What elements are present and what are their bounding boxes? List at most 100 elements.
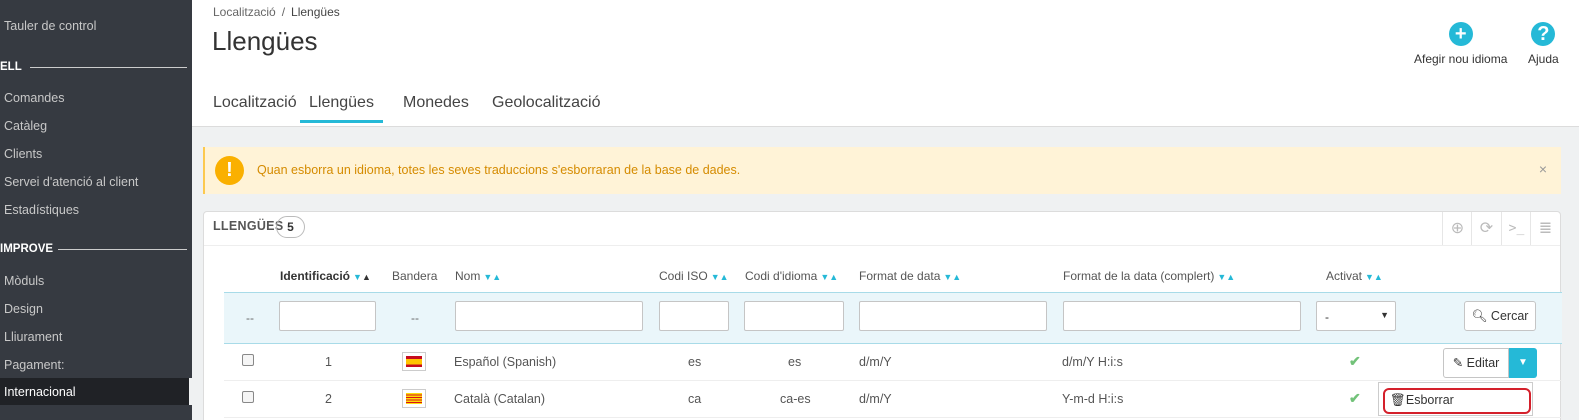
- flag-catalonia-icon: [402, 389, 426, 408]
- sidebar-item-modules[interactable]: Mòduls: [4, 270, 44, 292]
- sidebar-section-sell-label: ELL: [0, 61, 22, 73]
- cell-lang-code: ca-es: [780, 392, 811, 406]
- column-iso-label: Codi ISO: [659, 269, 708, 283]
- filter-iso-input[interactable]: [659, 301, 729, 331]
- panel-title: LLENGÜES: [213, 219, 284, 233]
- filter-active-value: -: [1325, 310, 1329, 324]
- tab-geolocation[interactable]: Geolocalització: [492, 94, 601, 120]
- sort-icon[interactable]: ▼▲: [1365, 272, 1383, 282]
- sidebar-section-improve: IMPROVE: [0, 241, 187, 257]
- sidebar-item-customer-service[interactable]: Servei d'atenció al client: [4, 171, 138, 193]
- search-button[interactable]: 🔍︎ Cercar: [1464, 301, 1536, 331]
- count-badge: 5: [276, 216, 305, 238]
- sidebar-item-shipping[interactable]: Lliurament: [4, 326, 62, 348]
- filter-active-select[interactable]: - ▼: [1316, 301, 1396, 331]
- sort-icon[interactable]: ▼▲: [353, 272, 371, 282]
- plus-circle-icon: +: [1448, 22, 1473, 46]
- warning-message: Quan esborra un idioma, totes les seves …: [257, 163, 741, 177]
- column-header-date-format[interactable]: Format de data ▼▲: [859, 269, 961, 283]
- cell-date-format: d/m/Y: [859, 355, 892, 369]
- table-row: 2 Català (Catalan) ca ca-es d/m/Y Y-m-d …: [224, 381, 1562, 418]
- delete-menu-label: Esborrar: [1405, 393, 1454, 407]
- breadcrumb: Localització / Llengües: [213, 5, 340, 19]
- column-header-name[interactable]: Nom ▼▲: [455, 269, 501, 283]
- languages-panel: LLENGÜES 5 ⊕ ⟳ >_ ≣ Identificació ▼▲ Band…: [203, 211, 1562, 420]
- filter-dash: --: [246, 311, 254, 325]
- column-date-format-full-label: Format de la data (complert): [1063, 269, 1215, 283]
- add-language-label: Afegir nou idioma: [1414, 52, 1508, 66]
- column-id-label: Identificació: [280, 269, 351, 283]
- cell-id: 1: [325, 355, 332, 369]
- sort-icon[interactable]: ▼▲: [943, 272, 961, 282]
- active-check-icon[interactable]: ✔: [1349, 390, 1361, 407]
- add-new-icon[interactable]: ⊕: [1442, 212, 1472, 245]
- search-icon: 🔍︎: [1471, 309, 1488, 323]
- cell-date-format: d/m/Y: [859, 392, 892, 406]
- sidebar-section-sell: ELL: [0, 59, 187, 75]
- sort-icon[interactable]: ▼▲: [711, 272, 729, 282]
- sidebar-divider: [30, 67, 187, 68]
- cell-iso: es: [688, 355, 702, 369]
- sort-icon[interactable]: ▼▲: [820, 272, 838, 282]
- column-date-format-label: Format de data: [859, 269, 941, 283]
- delete-menu-item[interactable]: 🗑︎Esborrar: [1383, 388, 1531, 414]
- sort-icon[interactable]: ▼▲: [483, 272, 501, 282]
- cell-name: Català (Catalan): [454, 392, 546, 406]
- tab-localization[interactable]: Localització: [213, 94, 297, 120]
- panel-divider: [204, 245, 1560, 246]
- filter-name-input[interactable]: [455, 301, 643, 331]
- column-active-label: Activat: [1326, 269, 1363, 283]
- sidebar-item-customers[interactable]: Clients: [4, 143, 42, 165]
- column-header-iso[interactable]: Codi ISO ▼▲: [659, 269, 729, 283]
- row-checkbox[interactable]: [242, 391, 254, 403]
- row-actions-dropdown-button[interactable]: ▼: [1509, 348, 1537, 378]
- sidebar-item-design[interactable]: Design: [4, 298, 43, 320]
- cell-lang-code: es: [788, 355, 802, 369]
- column-header-id[interactable]: Identificació ▼▲: [280, 269, 371, 283]
- filter-id-input[interactable]: [279, 301, 376, 331]
- cell-date-format-full: d/m/Y H:i:s: [1062, 355, 1123, 369]
- table-row: 1 Español (Spanish) es es d/m/Y d/m/Y H:…: [224, 344, 1562, 381]
- sql-query-icon[interactable]: >_: [1501, 212, 1531, 245]
- row-checkbox[interactable]: [242, 354, 254, 366]
- warning-icon: !: [215, 156, 244, 185]
- sort-icon[interactable]: ▼▲: [1217, 272, 1235, 282]
- pencil-icon: ✎: [1452, 356, 1464, 370]
- database-icon[interactable]: ≣: [1530, 212, 1560, 245]
- sidebar-item-stats[interactable]: Estadístiques: [4, 199, 79, 221]
- active-check-icon[interactable]: ✔: [1349, 353, 1361, 370]
- filter-date-format-full-input[interactable]: [1063, 301, 1301, 331]
- sidebar-item-dashboard[interactable]: Tauler de control: [4, 15, 96, 37]
- filter-lang-code-input[interactable]: [744, 301, 844, 331]
- page-header: Localització / Llengües Llengües + Afegir …: [192, 0, 1579, 127]
- edit-button-label: Editar: [1466, 356, 1500, 370]
- cell-name: Español (Spanish): [454, 355, 557, 369]
- cell-iso: ca: [688, 392, 702, 406]
- filter-row: -- -- - ▼ 🔍︎ Cercar: [224, 292, 1562, 344]
- row-actions-dropdown-menu: 🗑︎Esborrar: [1378, 382, 1533, 416]
- trash-icon: 🗑︎: [1390, 393, 1406, 407]
- refresh-icon[interactable]: ⟳: [1471, 212, 1501, 245]
- tab-languages[interactable]: Llengües: [300, 94, 383, 123]
- warning-alert: ! Quan esborra un idioma, totes les seve…: [203, 147, 1561, 194]
- filter-date-format-input[interactable]: [859, 301, 1047, 331]
- page-title: Llengües: [212, 26, 318, 56]
- close-alert-button[interactable]: ×: [1539, 161, 1547, 177]
- help-label: Ajuda: [1528, 52, 1559, 66]
- breadcrumb-parent[interactable]: Localització: [213, 5, 276, 19]
- sidebar-item-payment[interactable]: Pagament:: [4, 354, 64, 376]
- column-header-lang-code[interactable]: Codi d'idioma ▼▲: [745, 269, 838, 283]
- search-button-label: Cercar: [1490, 309, 1529, 323]
- sidebar-item-orders[interactable]: Comandes: [4, 87, 64, 109]
- column-header-active[interactable]: Activat ▼▲: [1326, 269, 1383, 283]
- add-language-button[interactable]: + Afegir nou idioma: [1414, 22, 1507, 66]
- sidebar: Tauler de control ELL Comandes Catàleg C…: [0, 0, 192, 420]
- help-button[interactable]: ? Ajuda: [1528, 22, 1559, 66]
- breadcrumb-separator: /: [281, 5, 286, 19]
- sidebar-item-international[interactable]: Internacional: [4, 381, 76, 403]
- tab-currencies[interactable]: Monedes: [403, 94, 469, 120]
- help-circle-icon: ?: [1531, 22, 1556, 46]
- sidebar-item-catalog[interactable]: Catàleg: [4, 115, 47, 137]
- column-header-date-format-full[interactable]: Format de la data (complert) ▼▲: [1063, 269, 1235, 283]
- edit-button[interactable]: ✎ Editar: [1443, 348, 1509, 378]
